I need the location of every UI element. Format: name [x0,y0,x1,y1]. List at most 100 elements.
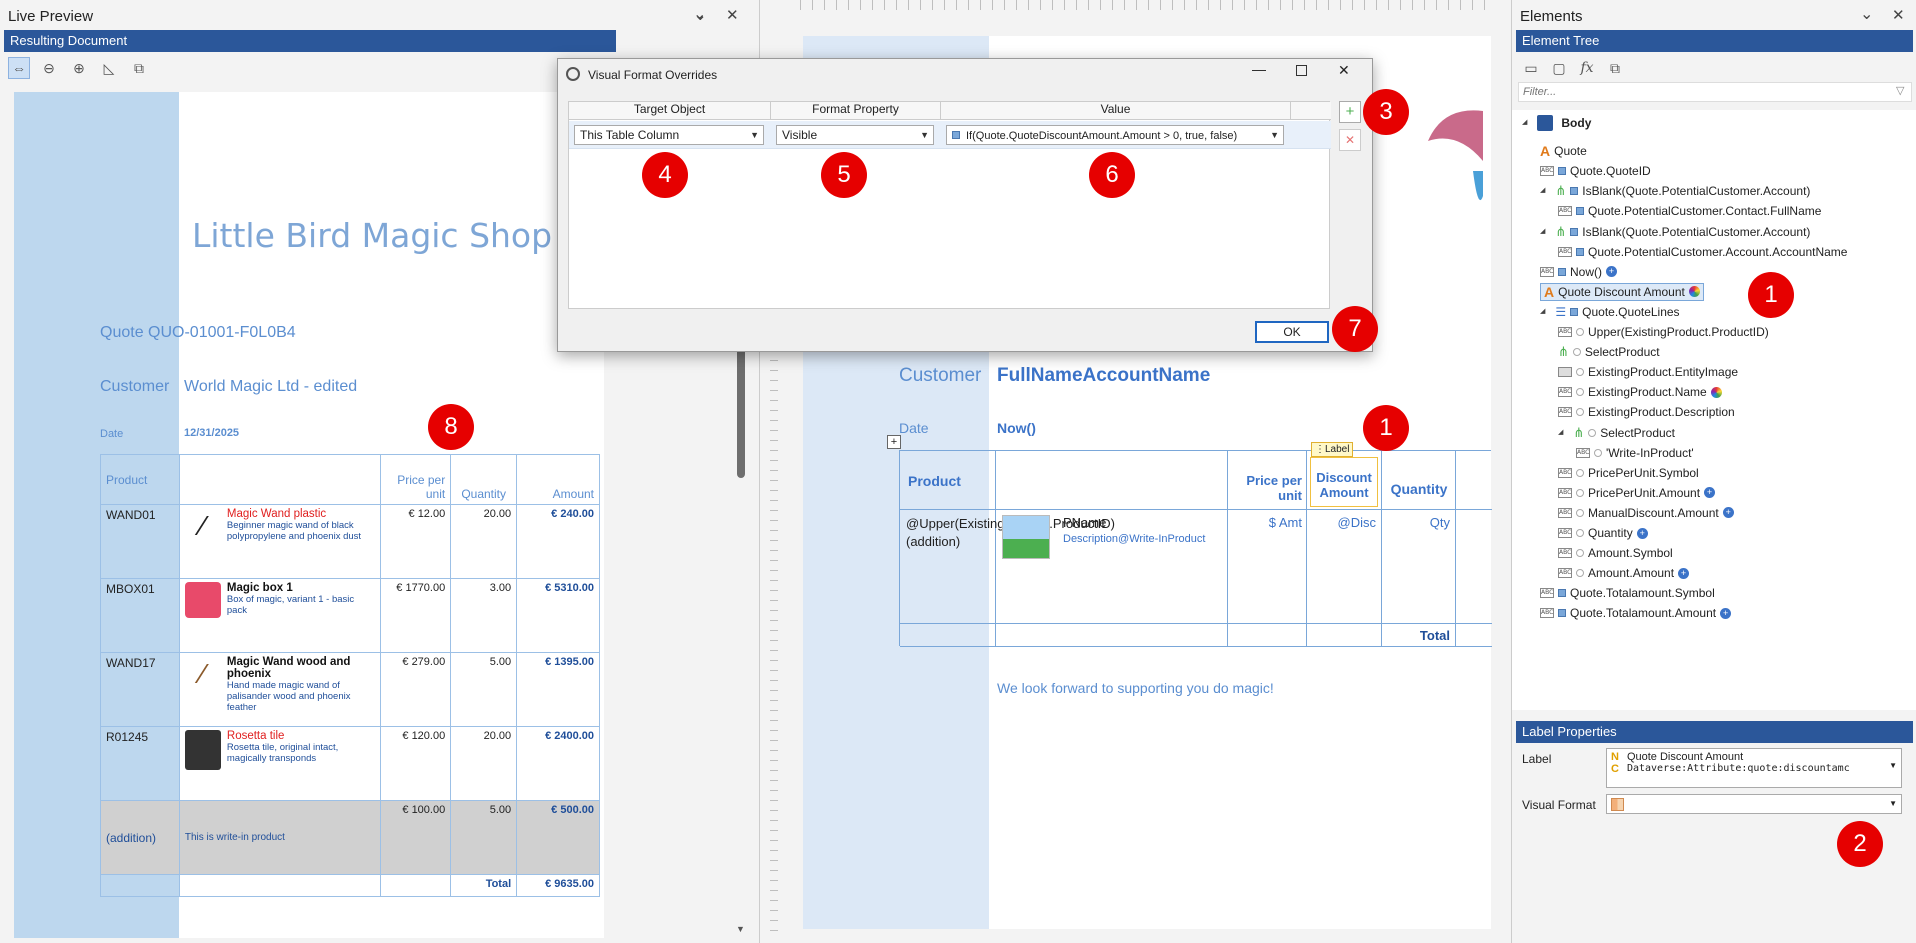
table-move-handle-icon[interactable]: + [887,435,901,449]
format-property-select[interactable]: Visible ▼ [776,125,934,145]
text-field-icon: ABC [1558,327,1572,337]
designer-header-price[interactable]: Price per unit [1232,473,1302,503]
ok-button[interactable]: OK [1255,321,1329,343]
designer-desc[interactable]: Description@Write-InProduct [1063,533,1205,545]
value-select[interactable]: If(Quote.QuoteDiscountAmount.Amount > 0,… [946,125,1284,145]
tree-item[interactable]: ◢ Body [1522,114,1591,132]
designer-header-product[interactable]: Product [908,473,961,489]
tree-item[interactable]: ABC ExistingProduct.Description [1558,403,1735,421]
designer-qty[interactable]: Qty [1384,515,1450,530]
preview-toolbar: ⇔ ⊖ ⊕ ◺ ⧉ [8,57,150,79]
copy-icon[interactable]: ⧉ [1604,57,1626,79]
tree-item[interactable]: ABC Amount.Amount + [1558,564,1690,582]
row-qty: 5.00 [450,652,518,727]
label-dropdown-arrow-icon[interactable]: ▼ [1889,761,1897,770]
tree-item[interactable]: ◢ ⋔ SelectProduct [1558,424,1675,442]
field-square-icon [1570,187,1579,196]
elements-close-button[interactable]: ✕ [1892,6,1905,24]
label-prop-field[interactable]: N Quote Discount Amount C Dataverse:Attrib… [1606,748,1902,788]
tree-item[interactable]: ◢ ⋔ IsBlank(Quote.PotentialCustomer.Accoun… [1540,223,1810,241]
tree-item[interactable]: ABC Quote.PotentialCustomer.Contact.FullN… [1558,202,1821,220]
tree-item[interactable]: ABC Quote.Totalamount.Symbol [1540,584,1715,602]
inline-circle-icon [1576,549,1584,558]
designer-disc[interactable]: @Disc [1310,515,1376,530]
tree-item[interactable]: ABC ExistingProduct.Name [1558,383,1722,401]
lp-close-button[interactable]: ✕ [726,6,739,24]
visual-format-field[interactable]: ▼ [1606,794,1902,814]
designer-pname[interactable]: PName [1063,515,1106,530]
designer-product-image[interactable] [1002,515,1050,559]
expand-arrow-icon[interactable]: ◢ [1522,114,1527,132]
expand-arrow-icon[interactable]: ◢ [1540,223,1545,241]
tree-item[interactable]: ABC Quantity + [1558,524,1648,542]
inline-circle-icon [1572,348,1581,357]
filter-icon[interactable]: ▽ [1896,84,1904,97]
text-field-icon: ABC [1540,608,1554,619]
designer-header-discount[interactable]: ⋮Label Discount Amount [1310,442,1378,507]
label-prop-label: Label [1522,752,1552,766]
tree-item[interactable]: A Quote Discount Amount [1540,282,1704,301]
overrides-grid: Target Object Format Property Value This… [568,101,1331,309]
plus-badge-icon: + [1636,527,1648,539]
target-object-select[interactable]: This Table Column ▼ [574,125,764,145]
element-filter-input[interactable] [1518,82,1912,102]
tree-item[interactable]: ABC Upper(ExistingProduct.ProductID) [1558,323,1769,341]
tree-item[interactable]: ExistingProduct.EntityImage [1558,363,1738,381]
text-field-icon: ABC [1558,487,1572,498]
row-id: MBOX01 [100,578,180,653]
lp-chevron-button[interactable]: ⌄ [693,4,706,24]
expand-arrow-icon[interactable]: ◢ [1558,424,1563,442]
visual-format-dropdown-icon[interactable]: ▼ [1889,799,1897,808]
tree-item[interactable]: ABC PricePerUnit.Symbol [1558,464,1699,482]
plus-badge-icon: + [1720,607,1732,619]
plus-badge-icon: + [1678,567,1690,579]
field-square-icon [1558,167,1566,176]
callout-badge-2: 2 [1837,821,1883,867]
col-header-price: Price per unit [380,454,452,505]
tree-item[interactable]: ◢ ⋔ IsBlank(Quote.PotentialCustomer.Accoun… [1540,182,1810,200]
scroll-down-arrow-icon[interactable]: ▼ [736,924,745,934]
row-amount: € 1395.00 [516,652,600,727]
comment-icon[interactable]: ▢ [1548,57,1570,79]
condition-icon: ⋔ [1558,344,1569,360]
expand-arrow-icon[interactable]: ◢ [1540,182,1545,200]
designer-header-quantity[interactable]: Quantity [1384,481,1454,497]
tree-item[interactable]: A Quote [1540,142,1587,160]
expand-arrow-icon[interactable]: ◢ [1540,303,1545,321]
tree-item[interactable]: ABC PricePerUnit.Amount + [1558,484,1716,502]
tree-item[interactable]: ABC ManualDiscount.Amount + [1558,504,1734,522]
designer-amt[interactable]: $ Amt [1232,515,1302,530]
fit-page-icon[interactable]: ⇔ [8,57,30,79]
add-override-button[interactable]: + [1339,101,1361,123]
tree-item[interactable]: ABC Quote.PotentialCustomer.Account.Accou… [1558,243,1847,261]
zoom-out-icon[interactable]: ⊖ [38,57,60,79]
dialog-maximize-button[interactable] [1296,65,1307,76]
zoom-in-icon[interactable]: ⊕ [68,57,90,79]
tree-item[interactable]: ABC 'Write-InProduct' [1576,444,1694,462]
tree-item[interactable]: ◢ ☰ Quote.QuoteLines [1540,303,1680,321]
remove-override-button[interactable]: ✕ [1339,129,1361,151]
tree-item[interactable]: ABC Now() + [1540,263,1617,281]
designer-footer-text[interactable]: We look forward to supporting you do mag… [997,680,1274,696]
ruler-icon[interactable]: ◺ [98,57,120,79]
export-icon[interactable]: ⧉ [128,57,150,79]
elements-chevron-button[interactable]: ⌄ [1860,4,1873,24]
tree-item[interactable]: ABC Amount.Symbol [1558,544,1673,562]
expression-icon [952,131,960,139]
add-comment-icon[interactable]: ▭ [1520,57,1542,79]
label-code-value: Dataverse:Attribute:quote:discountamc [1626,763,1850,774]
tree-item-label: Amount.Amount [1588,566,1675,581]
table-row-addition: (addition) This is write-in product € 10… [100,800,600,875]
tree-item[interactable]: ABC Quote.QuoteID [1540,162,1651,180]
designer-product-expr[interactable]: @Upper(ExistingProduct.ProductID) (addit… [906,515,1115,551]
designer-date-field[interactable]: Now() [997,420,1036,436]
label-properties-bar: Label Properties [1516,721,1913,743]
designer-customer-field[interactable]: FullNameAccountName [997,365,1210,387]
function-icon[interactable]: fx [1576,57,1598,79]
tree-item[interactable]: ABC Quote.Totalamount.Amount + [1540,604,1732,622]
label-icon: A [1540,143,1551,160]
date-value: 12/31/2025 [184,427,240,439]
dialog-close-button[interactable]: ✕ [1338,62,1350,79]
dialog-minimize-button[interactable]: — [1252,61,1266,77]
tree-item[interactable]: ⋔ SelectProduct [1558,343,1660,361]
